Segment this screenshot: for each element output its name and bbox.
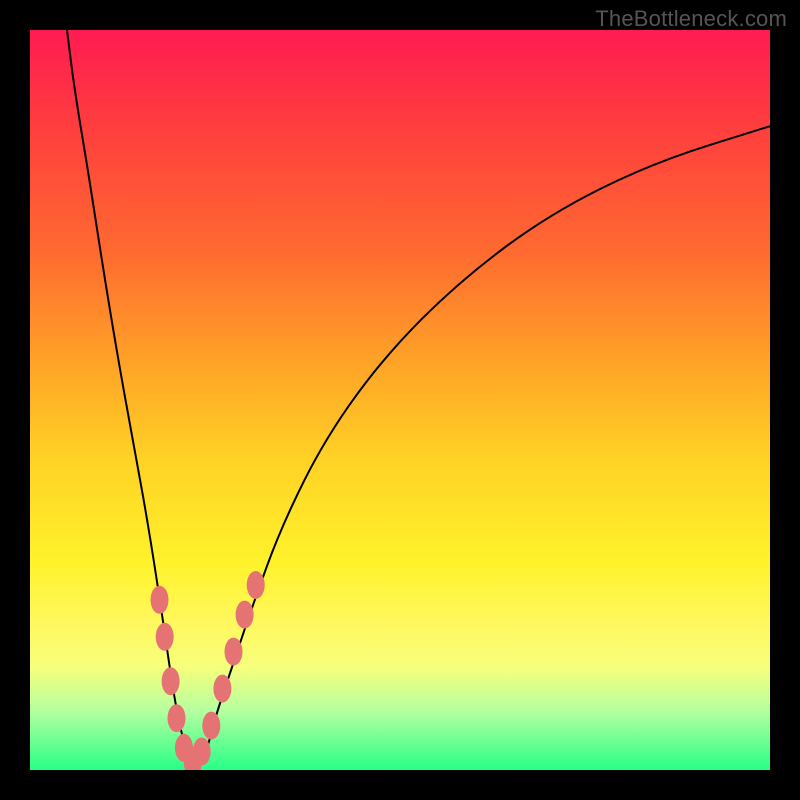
data-marker <box>156 623 174 651</box>
bottleneck-curve <box>67 30 770 763</box>
data-marker <box>193 738 211 766</box>
data-marker <box>236 601 254 629</box>
marker-group <box>151 571 265 770</box>
watermark-text: TheBottleneck.com <box>595 6 787 32</box>
data-marker <box>225 638 243 666</box>
data-marker <box>162 667 180 695</box>
data-marker <box>247 571 265 599</box>
data-marker <box>151 586 169 614</box>
curve-layer <box>30 30 770 770</box>
data-marker <box>168 704 186 732</box>
data-marker <box>184 749 202 770</box>
plot-area <box>30 30 770 770</box>
data-marker <box>175 734 193 762</box>
data-marker <box>202 712 220 740</box>
chart-frame: TheBottleneck.com <box>0 0 800 800</box>
data-marker <box>213 675 231 703</box>
